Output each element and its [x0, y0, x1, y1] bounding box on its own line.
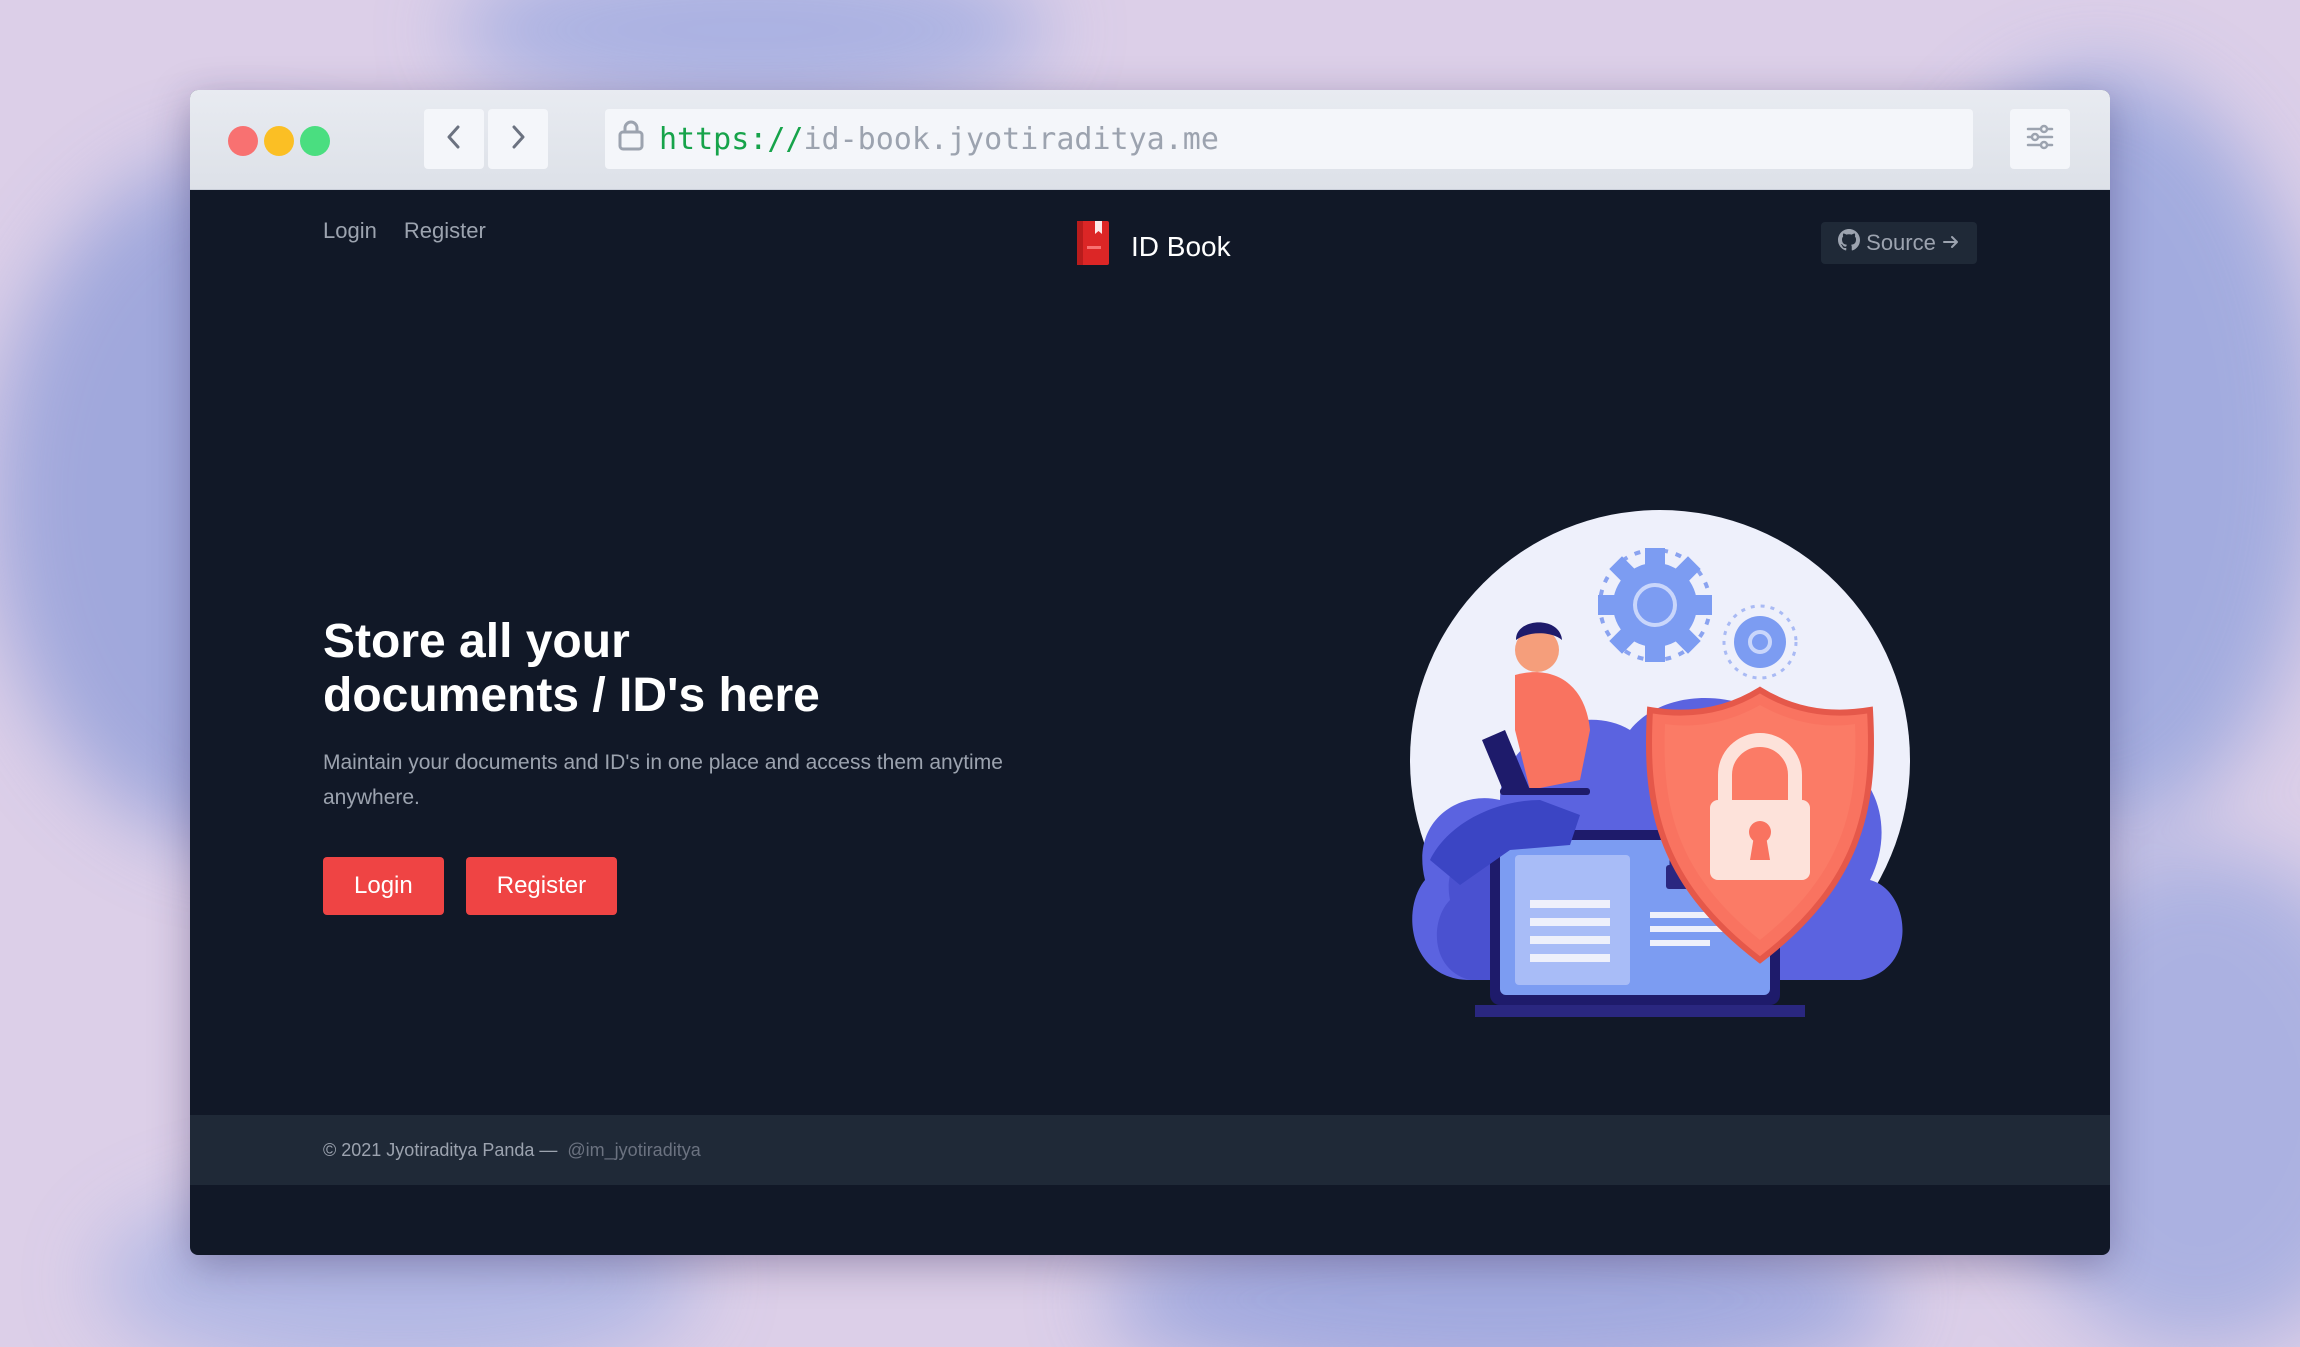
back-button[interactable] — [424, 109, 484, 169]
github-icon — [1838, 229, 1861, 257]
lock-icon — [617, 119, 645, 159]
book-icon — [1075, 220, 1111, 273]
hero-actions: Login Register — [323, 857, 618, 915]
maximize-window-button[interactable] — [300, 126, 330, 156]
source-button[interactable]: Source — [1821, 222, 1977, 264]
browser-menu-button[interactable] — [2010, 109, 2070, 169]
hero-title-line1: Store all your — [323, 615, 630, 668]
nav-login-link[interactable]: Login — [323, 218, 377, 244]
nav-register-link[interactable]: Register — [404, 218, 486, 244]
top-nav: Login Register — [323, 218, 486, 244]
url-host: id-book.jyotiraditya.me — [803, 121, 1219, 157]
arrow-right-icon — [1942, 230, 1960, 256]
window-controls — [228, 126, 330, 156]
footer-handle-link[interactable]: @im_jyotiraditya — [567, 1140, 700, 1161]
hero-register-button[interactable]: Register — [465, 857, 618, 915]
browser-window: https://id-book.jyotiraditya.me Login Re… — [190, 90, 2110, 1255]
chevron-right-icon — [508, 124, 528, 155]
url-scheme: https:// — [659, 121, 804, 157]
close-window-button[interactable] — [228, 126, 258, 156]
sliders-icon — [2026, 124, 2054, 155]
hero-login-button[interactable]: Login — [323, 857, 444, 915]
address-bar[interactable]: https://id-book.jyotiraditya.me — [605, 109, 1973, 169]
hero-description: Maintain your documents and ID's in one … — [323, 751, 1003, 809]
forward-button[interactable] — [488, 109, 548, 169]
web-page: Login Register ID Book Source Store all … — [190, 190, 2110, 1185]
history-nav — [424, 109, 548, 169]
minimize-window-button[interactable] — [264, 126, 294, 156]
browser-toolbar: https://id-book.jyotiraditya.me — [190, 90, 2110, 190]
footer-copyright: © 2021 Jyotiraditya Panda — — [323, 1139, 558, 1160]
brand[interactable]: ID Book — [1075, 220, 1231, 273]
footer: © 2021 Jyotiraditya Panda — @im_jyotirad… — [190, 1115, 2110, 1185]
brand-name: ID Book — [1131, 230, 1231, 262]
hero-title-line2: documents / ID's here — [323, 669, 820, 722]
hero-title: Store all your documents / ID's here — [323, 615, 923, 723]
chevron-left-icon — [444, 124, 464, 155]
security-illustration — [1370, 500, 1930, 1020]
source-label: Source — [1866, 230, 1936, 255]
